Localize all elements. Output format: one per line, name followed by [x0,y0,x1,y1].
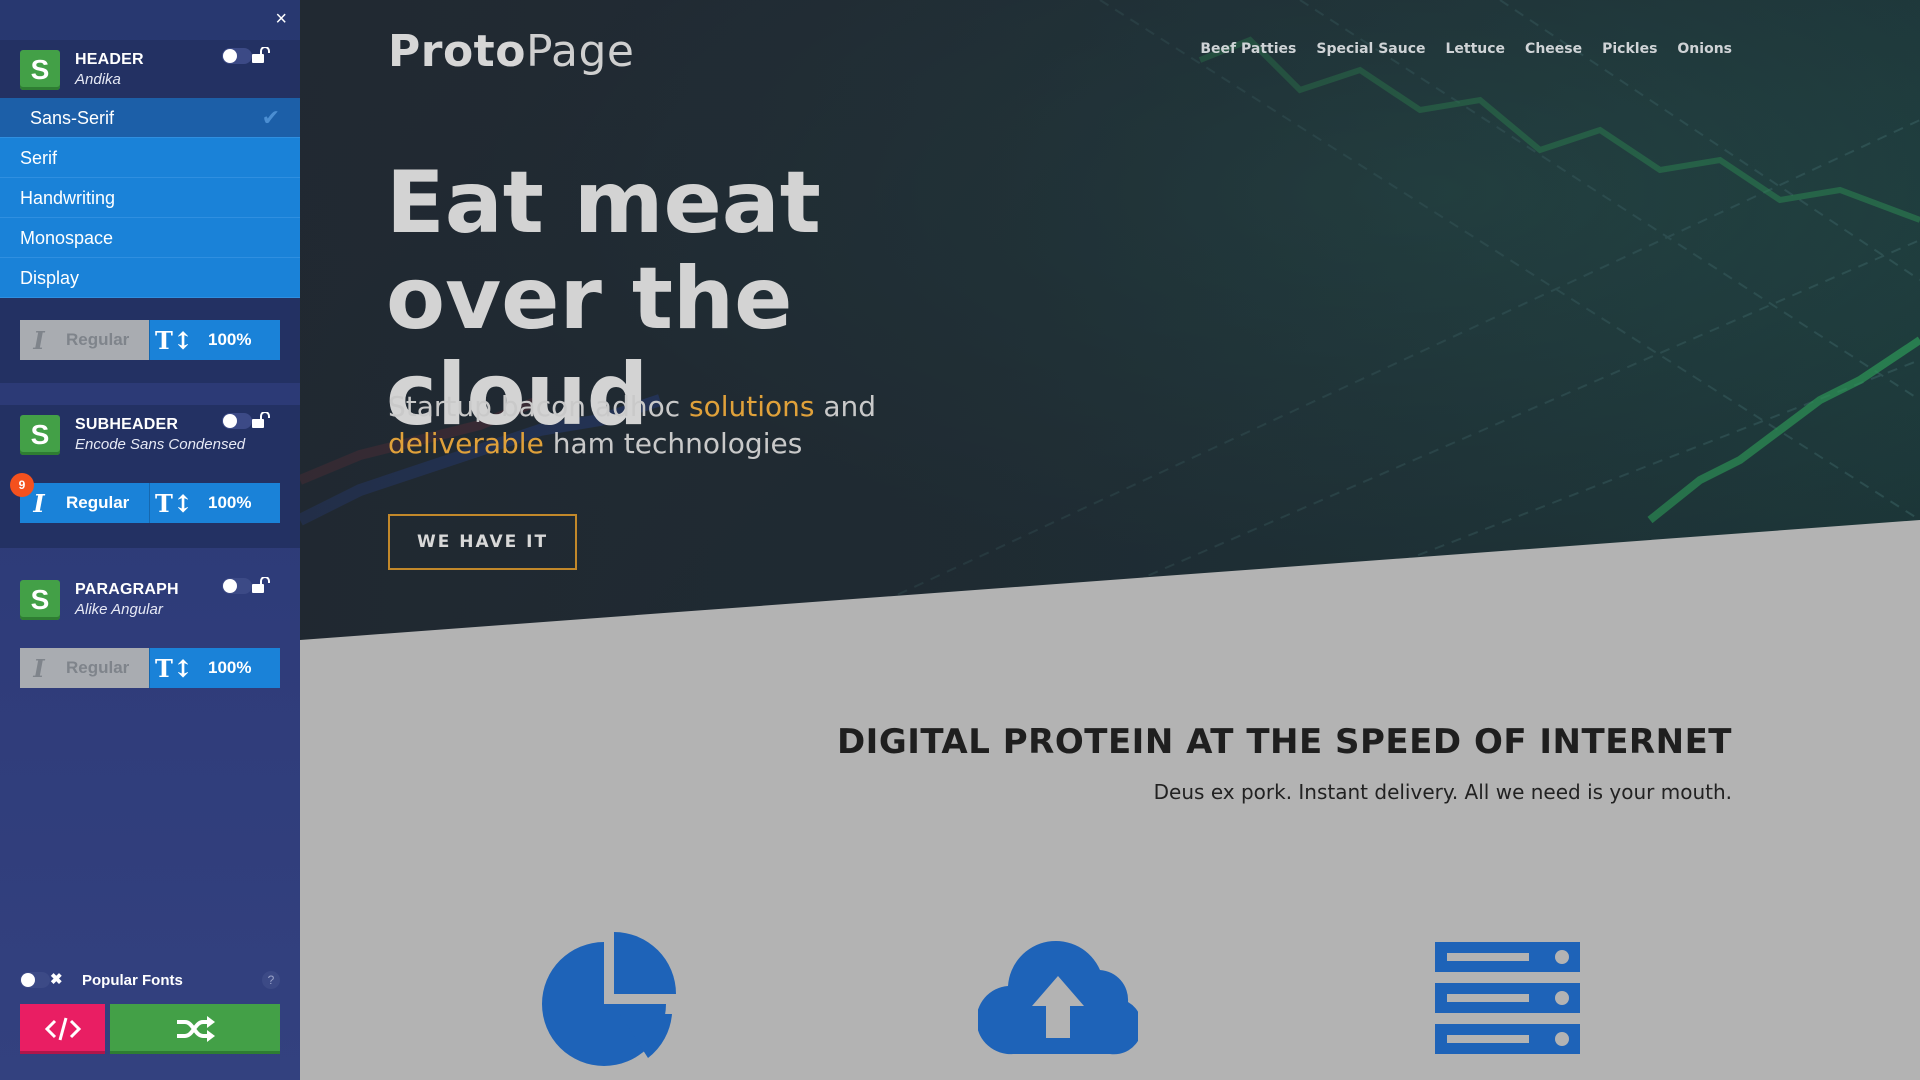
help-icon[interactable]: ? [262,971,280,989]
nav-lettuce[interactable]: Lettuce [1445,41,1505,57]
size-label: 100% [208,658,252,677]
popular-fonts-row: ✖ Popular Fonts ? [20,970,280,990]
hero-section: ProtoPage Beef Patties Special Sauce Let… [300,0,1920,640]
header-weight-button[interactable]: I Regular [20,320,149,360]
subheader-font-controls: I Regular T↕ 100% [20,483,280,523]
server-icon [1435,942,1580,1054]
font-category-label: Monospace [20,228,114,248]
subheader-font-badge: S [20,415,60,455]
text-size-icon: T↕ [155,488,193,518]
subheader-font-title: SUBHEADER [75,416,179,433]
header-font-toggle[interactable] [222,48,252,64]
paragraph-font-controls: I Regular T↕ 100% [20,648,280,688]
paragraph-font-title: PARAGRAPH [75,581,179,598]
font-category-display[interactable]: Display [0,258,300,298]
subheader-font-head[interactable]: S SUBHEADER Encode Sans Condensed [0,405,300,465]
font-category-label: Display [20,268,80,288]
popular-fonts-label: Popular Fonts [82,972,183,989]
hero-subheadline: Startup bacon adhoc solutions and delive… [388,390,877,460]
nav-pickles[interactable]: Pickles [1602,41,1657,57]
text-size-icon: T↕ [155,653,193,683]
weight-label: Regular [66,493,130,512]
close-icon[interactable]: × [275,9,287,29]
header-font-head[interactable]: S HEADER Andika [0,40,300,100]
nav-special-sauce[interactable]: Special Sauce [1316,41,1425,57]
cloud-upload-icon [978,940,1138,1055]
italic-icon: I [33,653,45,683]
italic-icon: I [33,325,45,355]
font-category-sans-serif[interactable]: Sans-Serif ✔ [0,98,300,138]
cta-button[interactable]: WE HAVE IT [388,514,577,570]
section-title: DIGITAL PROTEIN AT THE SPEED OF INTERNET [836,722,1732,762]
subheader-size-button[interactable]: T↕ 100% [149,483,280,523]
header-font-badge: S [20,50,60,90]
weight-label: Regular [66,658,130,677]
top-nav: Beef Patties Special Sauce Lettuce Chees… [1200,41,1732,57]
shuffle-icon [177,1016,215,1042]
site-logo[interactable]: ProtoPage [388,26,634,77]
weight-label: Regular [66,330,130,349]
section-subtitle: Deus ex pork. Instant delivery. All we n… [1153,780,1732,804]
paragraph-font-name: Alike Angular [75,601,163,618]
nav-cheese[interactable]: Cheese [1525,41,1582,57]
popular-fonts-toggle[interactable] [20,972,50,988]
font-category-label: Handwriting [20,188,116,208]
size-label: 100% [208,330,252,349]
paragraph-font-toggle[interactable] [222,578,252,594]
subheader-font-block: S SUBHEADER Encode Sans Condensed I Regu… [0,405,300,548]
paragraph-size-button[interactable]: T↕ 100% [149,648,280,688]
font-category-serif[interactable]: Serif [0,138,300,178]
unlock-icon[interactable] [250,577,272,593]
paragraph-font-head[interactable]: S PARAGRAPH Alike Angular [0,570,300,630]
paragraph-font-block: S PARAGRAPH Alike Angular I Regular T↕ 1… [0,570,300,700]
font-category-label: Serif [20,148,58,168]
text-size-icon: T↕ [155,325,193,355]
font-category-monospace[interactable]: Monospace [0,218,300,258]
subheader-weight-button[interactable]: I Regular [20,483,149,523]
notification-badge: 9 [10,473,34,497]
close-x-icon: ✖ [50,971,63,988]
paragraph-weight-button[interactable]: I Regular [20,648,149,688]
nav-onions[interactable]: Onions [1677,41,1732,57]
font-category-list: Sans-Serif ✔ Serif Handwriting Monospace… [0,98,300,298]
header-font-controls: I Regular T↕ 100% [20,320,280,360]
header-font-block: S HEADER Andika Sans-Serif ✔ Serif Handw… [0,40,300,383]
shuffle-button[interactable] [110,1004,280,1054]
font-category-label: Sans-Serif [30,108,115,128]
size-label: 100% [208,493,252,512]
unlock-icon[interactable] [250,47,272,63]
header-size-button[interactable]: T↕ 100% [149,320,280,360]
code-button[interactable] [20,1004,105,1054]
font-sidebar: × S HEADER Andika Sans-Serif ✔ Serif Han… [0,0,300,1080]
code-icon [44,1017,81,1041]
font-category-handwriting[interactable]: Handwriting [0,178,300,218]
check-icon: ✔ [261,105,280,130]
pie-chart-icon [542,932,676,1066]
subheader-font-name: Encode Sans Condensed [75,436,246,453]
subheader-font-toggle[interactable] [222,413,252,429]
unlock-icon[interactable] [250,412,272,428]
preview-page: ProtoPage Beef Patties Special Sauce Let… [300,0,1920,1080]
paragraph-font-badge: S [20,580,60,620]
header-font-name: Andika [75,71,121,88]
header-font-title: HEADER [75,51,144,68]
nav-beef-patties[interactable]: Beef Patties [1200,41,1296,57]
